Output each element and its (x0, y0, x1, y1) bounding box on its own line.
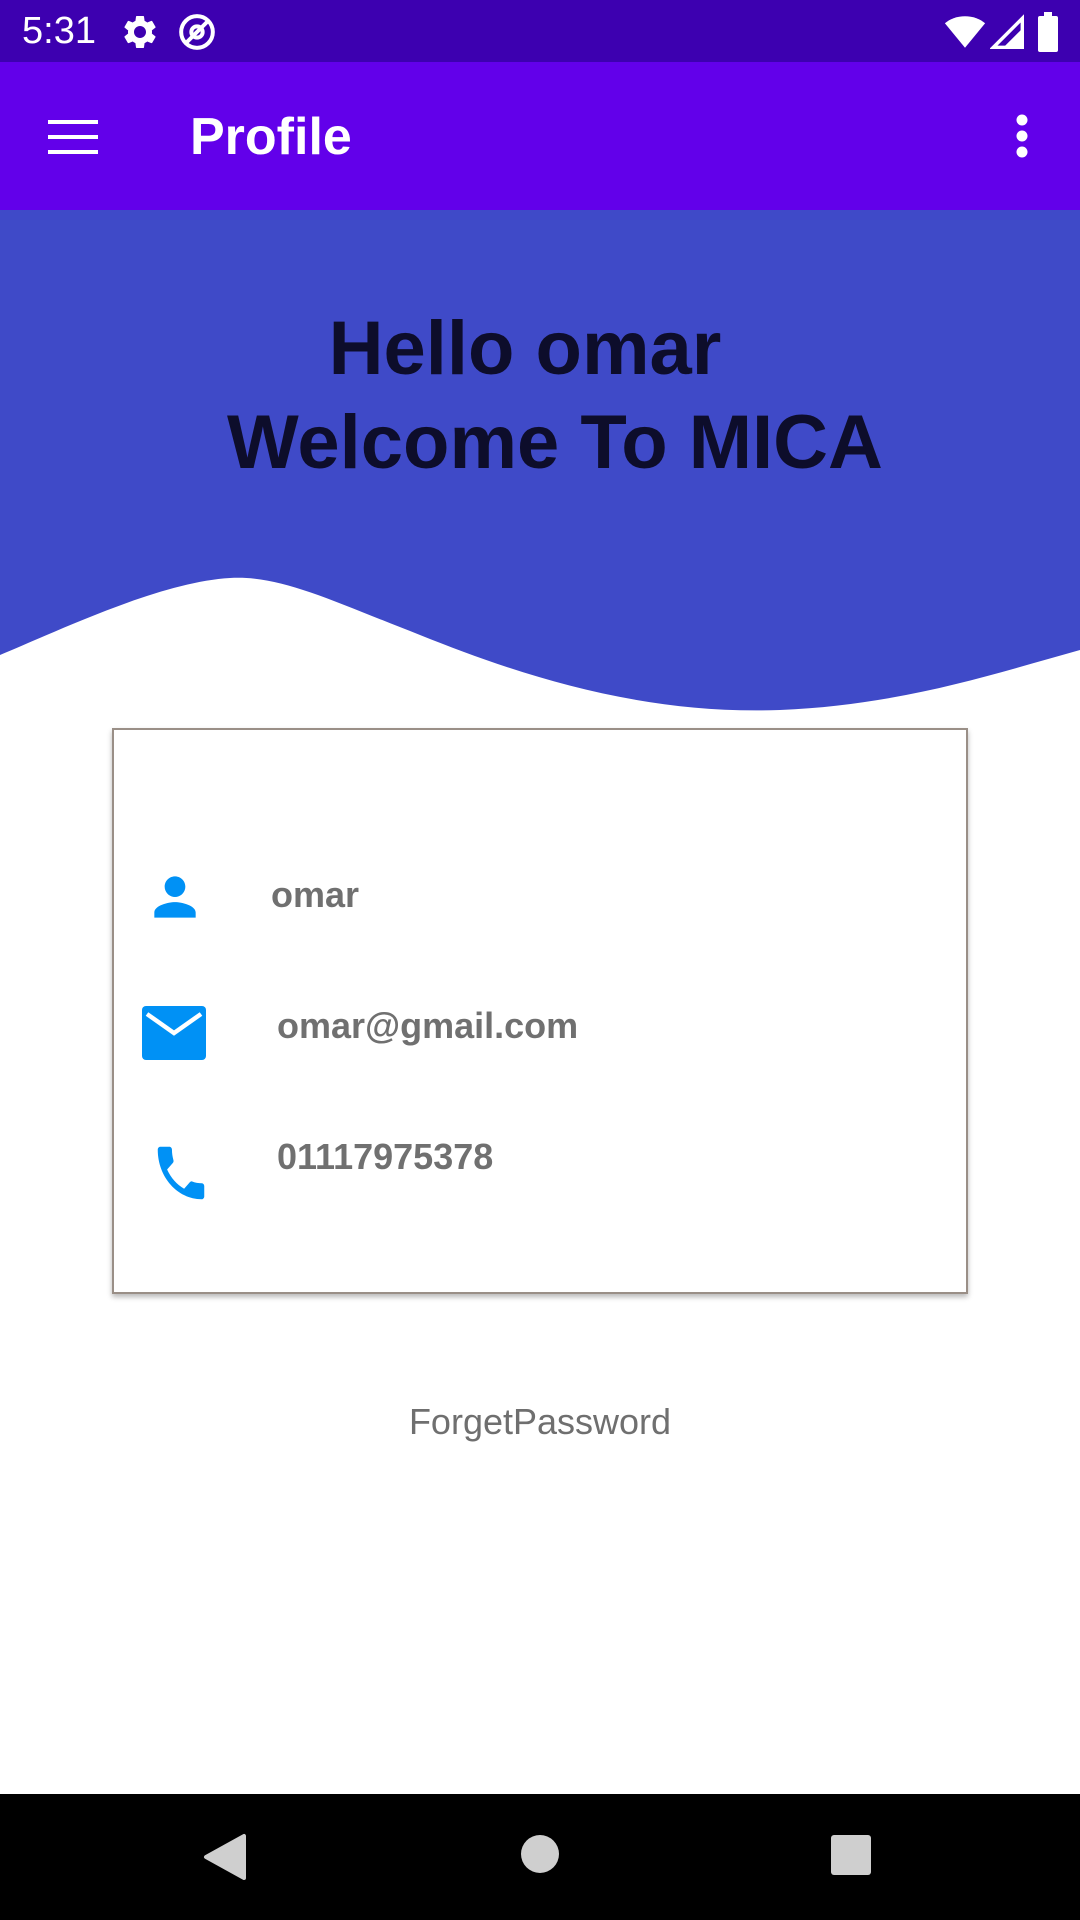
overflow-menu-button[interactable] (1000, 102, 1048, 170)
recents-icon[interactable] (830, 1834, 872, 1876)
menu-button[interactable] (36, 104, 108, 168)
battery-icon (1038, 12, 1058, 52)
profile-phone: 01117975378 (277, 1136, 494, 1177)
home-icon[interactable] (518, 1832, 562, 1876)
page-title: Profile (190, 108, 352, 166)
app-bar: Profile (0, 62, 1080, 210)
at-sign-icon (179, 14, 215, 50)
forget-password-link[interactable]: ForgetPassword (0, 1400, 1080, 1444)
person-icon (154, 876, 196, 918)
more-vertical-icon (1016, 114, 1028, 158)
profile-name: omar (271, 874, 360, 915)
hamburger-menu-icon (48, 120, 98, 154)
back-icon[interactable] (200, 1830, 248, 1884)
welcome-header: Hello omar Welcome To MICA (0, 210, 1080, 720)
signal-icon (990, 14, 1024, 49)
wifi-icon (944, 16, 986, 48)
system-nav-bar (0, 1794, 1080, 1920)
status-bar: 5:31 (0, 0, 1080, 62)
profile-card: omar omar@gmail.com 01117975378 (112, 728, 968, 1294)
profile-email: omar@gmail.com (277, 1005, 579, 1046)
email-icon (142, 1006, 206, 1060)
greeting-text: Hello omar (328, 306, 722, 391)
gear-icon (124, 15, 156, 48)
status-time: 5:31 (22, 10, 96, 52)
welcome-text: Welcome To MICA (227, 400, 883, 485)
welcome-message: Hello omar Welcome To MICA (0, 302, 1080, 490)
phone-icon (157, 1146, 205, 1200)
